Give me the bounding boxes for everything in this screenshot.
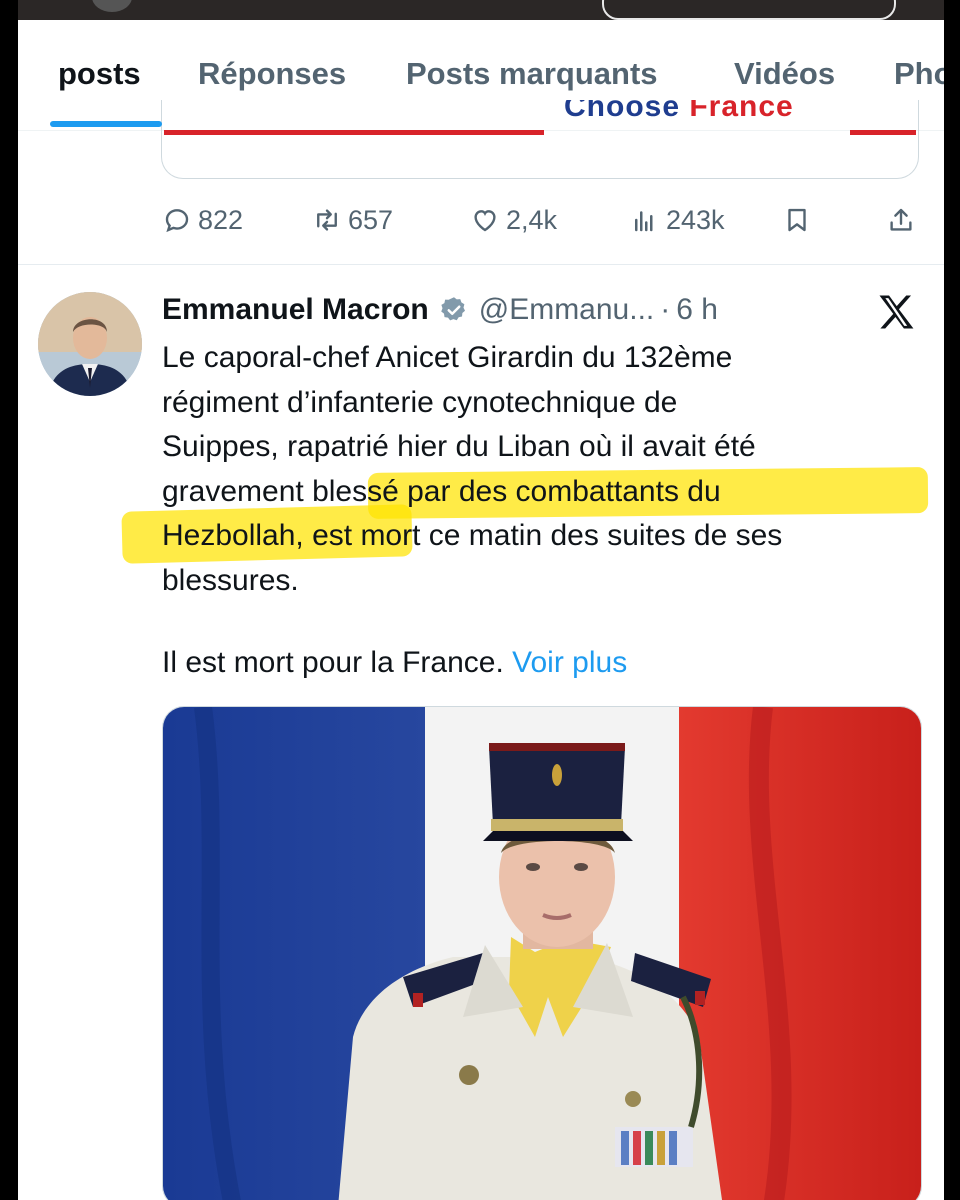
post-photo[interactable]	[162, 706, 922, 1200]
repost-icon	[317, 209, 337, 231]
author-handle[interactable]: @Emmanu...	[479, 293, 655, 327]
top-header-strip	[18, 0, 944, 20]
soldier-portrait-image	[163, 707, 921, 1200]
post-paragraph-text: Il est mort pour la France.	[162, 646, 504, 679]
post-action-bar: 822 657 2,4k 243k	[18, 196, 944, 246]
post-line: gravement blessé par des combattants du	[162, 474, 721, 508]
card-red-line-right	[850, 130, 916, 135]
repost-count: 657	[348, 204, 394, 235]
author-avatar[interactable]	[38, 292, 142, 396]
tab-posts[interactable]: posts	[58, 56, 141, 92]
heart-icon	[474, 210, 496, 232]
reply-icon	[165, 209, 189, 233]
tab-replies[interactable]: Réponses	[198, 56, 346, 92]
bookmark-button[interactable]	[782, 196, 812, 244]
bookmark-icon	[788, 208, 806, 232]
quoted-media-card[interactable]: Choose France	[161, 100, 919, 179]
post-body-paragraph-2: Il est mort pour la France. Voir plus	[162, 646, 627, 680]
header-follow-button[interactable]	[602, 0, 896, 20]
card-red-line-left	[164, 130, 544, 135]
post-line: Hezbollah, est mort ce matin des suites …	[162, 519, 783, 553]
analytics-icon	[635, 211, 653, 232]
post-line: blessures.	[162, 563, 299, 597]
tab-videos[interactable]: Vidéos	[734, 56, 835, 92]
see-more-link[interactable]: Voir plus	[512, 646, 627, 679]
repost-button[interactable]: 657	[312, 196, 393, 244]
reply-count: 822	[198, 204, 244, 235]
reply-button[interactable]: 822	[162, 196, 243, 244]
author-name[interactable]: Emmanuel Macron	[162, 293, 429, 327]
tab-photos[interactable]: Pho	[894, 56, 944, 92]
verified-badge-icon	[440, 297, 465, 321]
view-count: 243k	[666, 204, 725, 235]
post-timestamp[interactable]: 6 h	[676, 293, 718, 327]
post-body: Le caporal-chef Anicet Girardin du 132èm…	[162, 336, 932, 604]
views-button[interactable]: 243k	[630, 196, 725, 244]
post-divider	[18, 264, 944, 265]
post-header: Emmanuel Macron @Emmanu... · 6 h	[162, 288, 718, 332]
x-logo-icon	[879, 295, 914, 329]
post-line: Le caporal-chef Anicet Girardin du 132èm…	[162, 341, 733, 374]
tab-highlights[interactable]: Posts marquants	[406, 56, 658, 92]
header-separator: ·	[660, 293, 671, 326]
share-button[interactable]	[886, 196, 916, 244]
active-tab-indicator	[50, 121, 162, 127]
like-button[interactable]: 2,4k	[470, 196, 557, 244]
post-line: régiment d’infanterie cynotechnique de	[162, 385, 678, 419]
share-icon	[890, 208, 912, 231]
app-screen: posts Réponses Posts marquants Vidéos Ph…	[18, 0, 944, 1200]
post-line: Suippes, rapatrié hier du Liban où il av…	[162, 430, 756, 464]
card-clipped-title: Choose France	[564, 100, 794, 123]
header-avatar[interactable]	[92, 0, 132, 12]
like-count: 2,4k	[506, 204, 558, 235]
